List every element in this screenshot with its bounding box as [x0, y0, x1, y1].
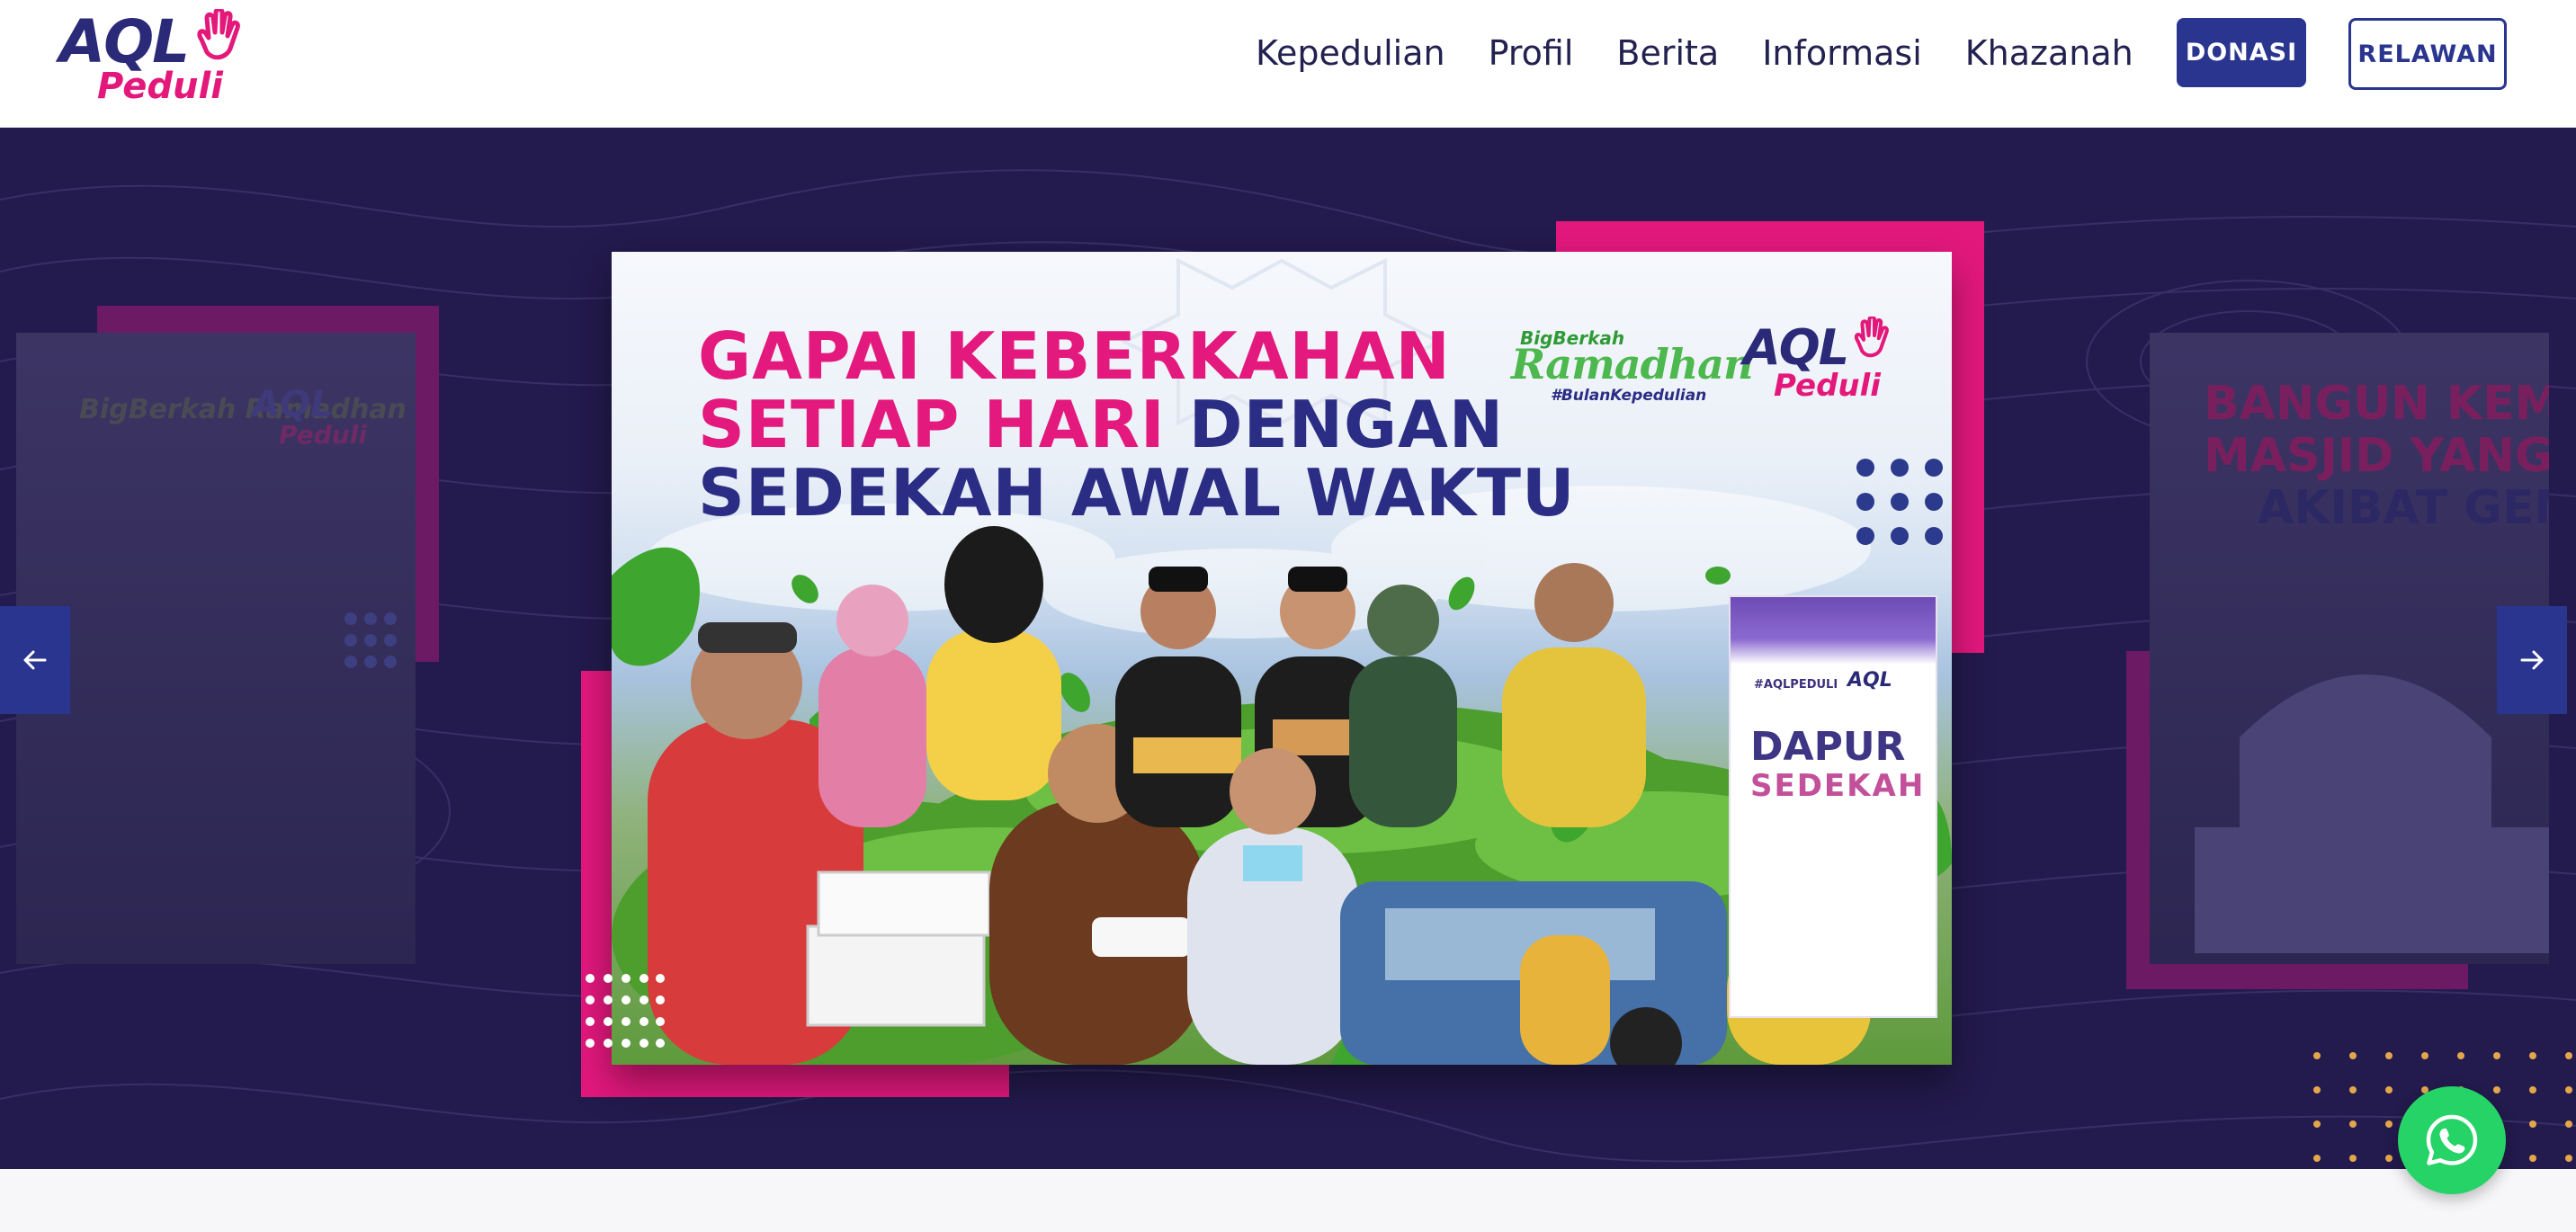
mosque-silhouette [2195, 674, 2549, 953]
donate-button[interactable]: DONASI [2177, 18, 2306, 87]
volunteer-button[interactable]: RELAWAN [2348, 18, 2507, 90]
hand-icon [197, 9, 240, 60]
whatsapp-button[interactable] [2398, 1086, 2506, 1194]
dapur-sedekah-banner: #AQLPEDULI AQL DAPUR SEDEKAH [1729, 595, 1937, 1018]
hand-icon [1854, 317, 1889, 358]
slider-prev-button[interactable] [0, 606, 70, 714]
slide-prev[interactable]: BigBerkah Ramadhan AQL Peduli [16, 333, 416, 964]
slide-logo: AQL Peduli [1743, 317, 1914, 415]
nav-item-profil[interactable]: Profil [1489, 33, 1574, 73]
nav-item-kepedulian[interactable]: Kepedulian [1256, 33, 1445, 73]
main-nav: Kepedulian Profil Berita Informasi Khaza… [1256, 31, 2133, 76]
whatsapp-icon [2426, 1114, 2478, 1165]
logo-wordmark: AQL [59, 7, 190, 76]
arrow-left-icon [23, 650, 47, 670]
dots-pattern [1856, 459, 1943, 545]
slide-headline: GAPAI KEBERKAHAN SETIAP HARI DENGAN SEDE… [698, 318, 1576, 531]
slide-active[interactable]: GAPAI KEBERKAHAN SETIAP HARI DENGAN SEDE… [612, 252, 1952, 1065]
arrow-right-icon [2520, 650, 2544, 670]
slide-next[interactable]: BANGUN KEM MASJID YANG AKIBAT GEMPA [2150, 333, 2549, 964]
dots-pattern [344, 612, 397, 668]
campaign-badge: BigBerkah Ramadhan #BulanKepedulian [1511, 327, 1753, 405]
prev-slide-logo: AQL Peduli [252, 384, 367, 450]
next-section [0, 1169, 2576, 1232]
slider-next-button[interactable] [2497, 606, 2567, 714]
site-header: AQL Peduli Kepedulian Profil Berita Info… [0, 0, 2576, 128]
nav-item-informasi[interactable]: Informasi [1762, 33, 1922, 73]
dots-pattern [586, 974, 665, 1048]
nav-item-khazanah[interactable]: Khazanah [1965, 33, 2133, 73]
site-logo[interactable]: AQL Peduli [56, 9, 254, 115]
nav-item-berita[interactable]: Berita [1616, 33, 1719, 73]
hero-slider: BigBerkah Ramadhan AQL Peduli BANGUN KEM… [0, 128, 2576, 1169]
next-slide-title: BANGUN KEM MASJID YANG AKIBAT GEMPA [2204, 377, 2549, 535]
logo-subtitle: Peduli [97, 66, 223, 107]
